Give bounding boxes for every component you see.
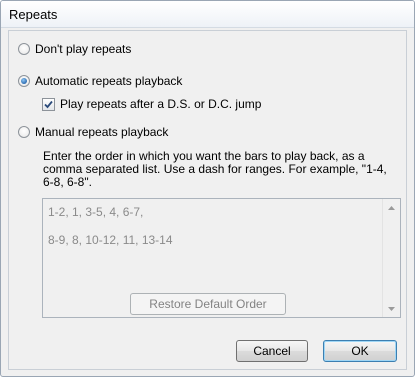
play-after-jump-option[interactable]: Play repeats after a D.S. or D.C. jump <box>42 97 261 111</box>
repeat-order-text: 1-2, 1, 3-5, 4, 6-7, 8-9, 8, 10-12, 11, … <box>48 205 378 247</box>
arrow-down-icon <box>388 306 395 311</box>
manual-order-description: Enter the order in which you want the ba… <box>43 149 387 189</box>
repeats-dialog: Repeats Don't play repeats Automatic rep… <box>0 0 415 377</box>
repeat-order-line: 1-2, 1, 3-5, 4, 6-7, <box>48 205 144 219</box>
automatic-repeats-label: Automatic repeats playback <box>35 74 183 88</box>
scroll-down-button[interactable] <box>383 300 400 317</box>
ok-button[interactable]: OK <box>323 340 397 362</box>
repeat-order-line <box>48 219 378 233</box>
title-bar[interactable]: Repeats <box>1 1 414 28</box>
dont-play-repeats-radio[interactable] <box>18 43 30 55</box>
manual-repeats-radio[interactable] <box>18 126 30 138</box>
arrow-up-icon <box>388 205 395 210</box>
automatic-repeats-option[interactable]: Automatic repeats playback <box>18 74 182 88</box>
manual-repeats-option[interactable]: Manual repeats playback <box>18 125 168 139</box>
cancel-button[interactable]: Cancel <box>236 340 308 362</box>
dont-play-repeats-label: Don't play repeats <box>35 42 132 56</box>
repeat-order-line: 8-9, 8, 10-12, 11, 13-14 <box>48 233 173 247</box>
scroll-up-button[interactable] <box>383 199 400 216</box>
dialog-content: Don't play repeats Automatic repeats pla… <box>8 30 407 370</box>
textarea-scrollbar[interactable] <box>382 199 400 317</box>
restore-default-order-button[interactable]: Restore Default Order <box>130 293 286 315</box>
checkmark-icon <box>44 100 53 108</box>
dont-play-repeats-option[interactable]: Don't play repeats <box>18 42 131 56</box>
dialog-title: Repeats <box>9 7 58 22</box>
manual-repeats-label: Manual repeats playback <box>35 125 169 139</box>
play-after-jump-checkbox[interactable] <box>42 97 55 111</box>
automatic-repeats-radio[interactable] <box>18 75 30 87</box>
play-after-jump-label: Play repeats after a D.S. or D.C. jump <box>60 97 262 111</box>
